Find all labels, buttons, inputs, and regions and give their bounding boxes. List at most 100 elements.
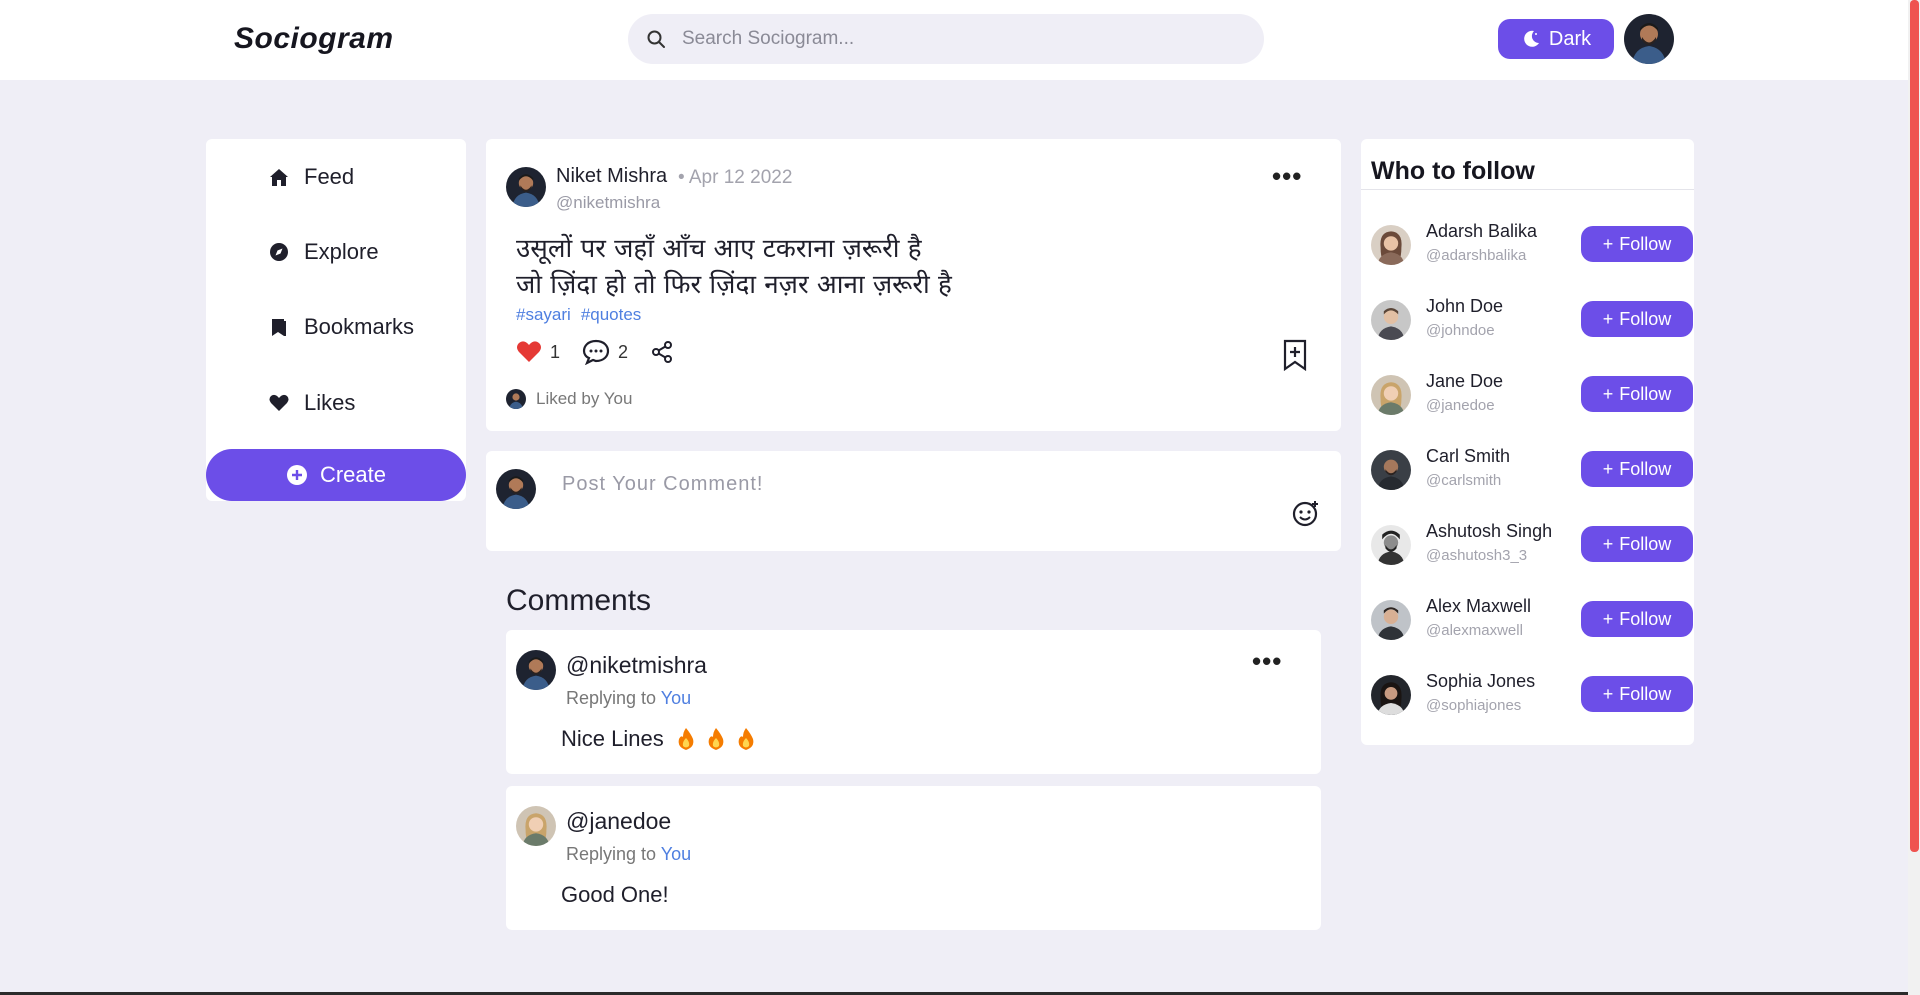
share-button[interactable]	[650, 340, 674, 364]
follow-button[interactable]: + Follow	[1581, 376, 1693, 412]
create-button[interactable]: Create	[206, 449, 466, 501]
plus-icon: +	[1602, 308, 1614, 329]
search-input[interactable]	[682, 14, 1242, 64]
create-label: Create	[319, 462, 387, 487]
follow-label: Follow	[1619, 383, 1672, 404]
comment-avatar[interactable]	[516, 806, 556, 846]
post-more-menu[interactable]: •••	[1272, 161, 1302, 192]
comment-author-handle[interactable]: @niketmishra	[566, 652, 707, 679]
like-count: 1	[550, 341, 561, 362]
left-nav: Feed Explore Bookmarks Likes	[206, 139, 466, 501]
search-bar[interactable]	[628, 14, 1264, 64]
post-author-avatar[interactable]	[506, 167, 546, 207]
follow-label: Follow	[1619, 608, 1672, 629]
user-name[interactable]: Carl Smith	[1426, 446, 1510, 467]
plus-icon: +	[1602, 458, 1614, 479]
replying-prefix: Replying to	[566, 688, 657, 708]
follow-suggestion: Adarsh Balika @adarshbalika + Follow	[1371, 219, 1693, 271]
nav-label-feed: Feed	[304, 164, 355, 189]
home-icon	[270, 169, 288, 186]
nav-item-feed[interactable]: Feed	[268, 157, 354, 197]
follow-label: Follow	[1619, 233, 1672, 254]
top-bar: Sociogram Dark	[0, 0, 1908, 80]
nav-item-explore[interactable]: Explore	[268, 232, 379, 272]
nav-label-explore: Explore	[304, 239, 379, 264]
page-scrollbar-thumb[interactable]	[1910, 0, 1919, 852]
dark-mode-button[interactable]: Dark	[1498, 19, 1614, 59]
follow-suggestion: Jane Doe @janedoe + Follow	[1371, 369, 1693, 421]
user-avatar[interactable]	[1371, 450, 1411, 490]
user-name[interactable]: Alex Maxwell	[1426, 596, 1531, 617]
follow-button[interactable]: + Follow	[1581, 676, 1693, 712]
plus-icon: +	[1602, 233, 1614, 254]
plus-circle-icon	[286, 465, 307, 485]
emoji-add-icon	[1292, 501, 1318, 527]
user-handle: @carlsmith	[1426, 472, 1502, 489]
heart-icon	[269, 394, 289, 411]
user-avatar[interactable]	[1371, 300, 1411, 340]
post-text-line: जो ज़िंदा हो तो फिर ज़िंदा नज़र आना ज़रू…	[516, 270, 952, 300]
compass-icon	[270, 243, 288, 261]
bookmark-icon	[272, 319, 286, 336]
post-card: Niket Mishra • Apr 12 2022 @niketmishra …	[486, 139, 1341, 431]
follow-button[interactable]: + Follow	[1581, 301, 1693, 337]
fire-icon	[678, 728, 694, 750]
user-avatar[interactable]	[1371, 675, 1411, 715]
nav-label-likes: Likes	[304, 390, 356, 415]
user-handle: @johndoe	[1426, 322, 1495, 339]
fire-emojis	[676, 727, 756, 751]
composer-avatar	[496, 469, 536, 509]
post-author-name[interactable]: Niket Mishra	[556, 165, 667, 188]
comment-replying: Replying to You	[566, 844, 691, 865]
like-button[interactable]: 1	[516, 340, 560, 364]
tag-link[interactable]: #sayari	[516, 305, 571, 325]
bookmark-button[interactable]	[1282, 339, 1308, 376]
user-name[interactable]: Jane Doe	[1426, 371, 1503, 392]
who-to-follow-panel: Who to follow Adarsh Balika @adarshbalik…	[1361, 139, 1694, 745]
search-icon	[647, 30, 665, 48]
comment-body: Nice Lines	[561, 726, 664, 751]
comment-avatar[interactable]	[516, 650, 556, 690]
comment-more-menu[interactable]: •••	[1252, 646, 1282, 677]
emoji-button[interactable]	[1292, 499, 1320, 532]
tag-link[interactable]: #quotes	[581, 305, 642, 325]
user-avatar[interactable]	[1371, 525, 1411, 565]
liked-by-text: Liked by You	[536, 389, 633, 408]
follow-button[interactable]: + Follow	[1581, 601, 1693, 637]
user-name[interactable]: Adarsh Balika	[1426, 221, 1537, 242]
nav-item-bookmarks[interactable]: Bookmarks	[268, 307, 414, 347]
user-handle: @ashutosh3_3	[1426, 547, 1528, 564]
comment-replying: Replying to You	[566, 688, 691, 709]
user-avatar[interactable]	[1371, 600, 1411, 640]
comment-icon	[582, 339, 610, 365]
replying-to-link[interactable]: You	[661, 844, 691, 864]
user-handle: @janedoe	[1426, 397, 1495, 414]
user-name[interactable]: Ashutosh Singh	[1426, 521, 1552, 542]
follow-suggestion: Carl Smith @carlsmith + Follow	[1371, 444, 1693, 496]
user-avatar[interactable]	[1371, 375, 1411, 415]
profile-avatar[interactable]	[1624, 14, 1674, 64]
app-logo[interactable]: Sociogram	[234, 22, 394, 56]
replying-to-link[interactable]: You	[661, 688, 691, 708]
comment-input[interactable]	[562, 467, 1262, 501]
follow-button[interactable]: + Follow	[1581, 451, 1693, 487]
comment-button[interactable]: 2	[582, 339, 628, 365]
user-name[interactable]: Sophia Jones	[1426, 671, 1535, 692]
follow-label: Follow	[1619, 458, 1672, 479]
post-actions: 1 2	[516, 339, 674, 365]
user-name[interactable]: John Doe	[1426, 296, 1503, 317]
replying-prefix: Replying to	[566, 844, 657, 864]
nav-item-likes[interactable]: Likes	[268, 383, 355, 423]
follow-button[interactable]: + Follow	[1581, 526, 1693, 562]
heart-filled-icon	[517, 341, 541, 362]
comment-author-handle[interactable]: @janedoe	[566, 808, 671, 835]
post-date: • Apr 12 2022	[678, 167, 793, 188]
follow-suggestion: Sophia Jones @sophiajones + Follow	[1371, 669, 1693, 721]
follow-label: Follow	[1619, 308, 1672, 329]
user-avatar[interactable]	[1371, 225, 1411, 265]
follow-label: Follow	[1619, 533, 1672, 554]
user-handle: @adarshbalika	[1426, 247, 1527, 264]
follow-button[interactable]: + Follow	[1581, 226, 1693, 262]
liked-by: Liked by You	[506, 389, 632, 409]
divider	[1361, 189, 1694, 190]
